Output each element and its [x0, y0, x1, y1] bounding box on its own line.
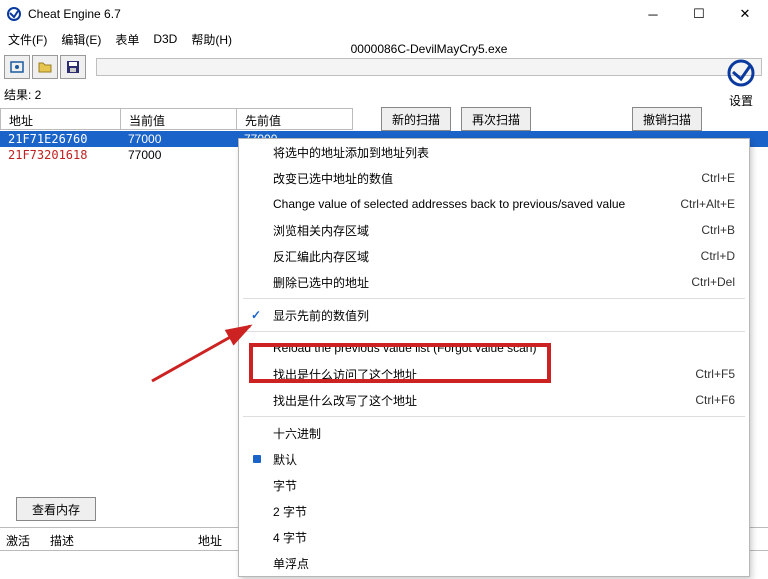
separator: [243, 298, 745, 299]
annotation-highlight-box: [249, 343, 551, 383]
ctx-type-4bytes[interactable]: 4 字节: [239, 524, 749, 550]
separator: [243, 416, 745, 417]
result-current: 77000: [120, 148, 236, 162]
separator: [243, 331, 745, 332]
progress-bar: 0000086C-DevilMayCry5.exe: [96, 58, 762, 76]
open-process-button[interactable]: [4, 55, 30, 79]
minimize-button[interactable]: ─: [630, 0, 676, 28]
column-header-address[interactable]: 地址: [1, 109, 121, 129]
ctx-show-previous-column[interactable]: 显示先前的数值列: [239, 302, 749, 328]
close-button[interactable]: ✕: [722, 0, 768, 28]
result-address: 21F71E26760: [0, 132, 120, 146]
column-header-previous[interactable]: 先前值: [237, 109, 353, 129]
bottom-col-active[interactable]: 激活: [0, 528, 44, 550]
ctx-what-writes[interactable]: 找出是什么改写了这个地址Ctrl+F6: [239, 387, 749, 413]
ctx-add-to-list[interactable]: 将选中的地址添加到地址列表: [239, 139, 749, 165]
settings-label[interactable]: 设置: [724, 92, 758, 109]
ctx-type-2bytes[interactable]: 2 字节: [239, 498, 749, 524]
menu-edit[interactable]: 编辑(E): [61, 31, 101, 48]
undo-scan-button[interactable]: 撤销扫描: [632, 107, 702, 131]
results-count-label: 结果: 2: [0, 84, 768, 107]
bottom-col-description[interactable]: 描述: [44, 528, 192, 550]
attached-process-label: 0000086C-DevilMayCry5.exe: [97, 42, 761, 56]
app-icon: [6, 6, 22, 22]
menu-file[interactable]: 文件(F): [8, 31, 47, 48]
ctx-revert-value[interactable]: Change value of selected addresses back …: [239, 191, 749, 217]
ctx-hex[interactable]: 十六进制: [239, 420, 749, 446]
view-memory-button[interactable]: 查看内存: [16, 497, 96, 521]
result-current: 77000: [120, 132, 236, 146]
next-scan-button[interactable]: 再次扫描: [461, 107, 531, 131]
ctx-browse-region[interactable]: 浏览相关内存区域Ctrl+B: [239, 217, 749, 243]
cheatengine-logo-icon[interactable]: [724, 56, 758, 90]
ctx-type-float[interactable]: 单浮点: [239, 550, 749, 576]
ctx-disassemble-region[interactable]: 反汇编此内存区域Ctrl+D: [239, 243, 749, 269]
ctx-delete-selected[interactable]: 删除已选中的地址Ctrl+Del: [239, 269, 749, 295]
open-file-button[interactable]: [32, 55, 58, 79]
new-scan-button[interactable]: 新的扫描: [381, 107, 451, 131]
window-title: Cheat Engine 6.7: [28, 7, 121, 21]
ctx-change-value[interactable]: 改变已选中地址的数值Ctrl+E: [239, 165, 749, 191]
ctx-type-byte[interactable]: 字节: [239, 472, 749, 498]
annotation-arrow: [150, 316, 260, 386]
ctx-type-default[interactable]: 默认: [239, 446, 749, 472]
result-address: 21F73201618: [0, 148, 120, 162]
save-button[interactable]: [60, 55, 86, 79]
column-header-current[interactable]: 当前值: [121, 109, 237, 129]
maximize-button[interactable]: ☐: [676, 0, 722, 28]
